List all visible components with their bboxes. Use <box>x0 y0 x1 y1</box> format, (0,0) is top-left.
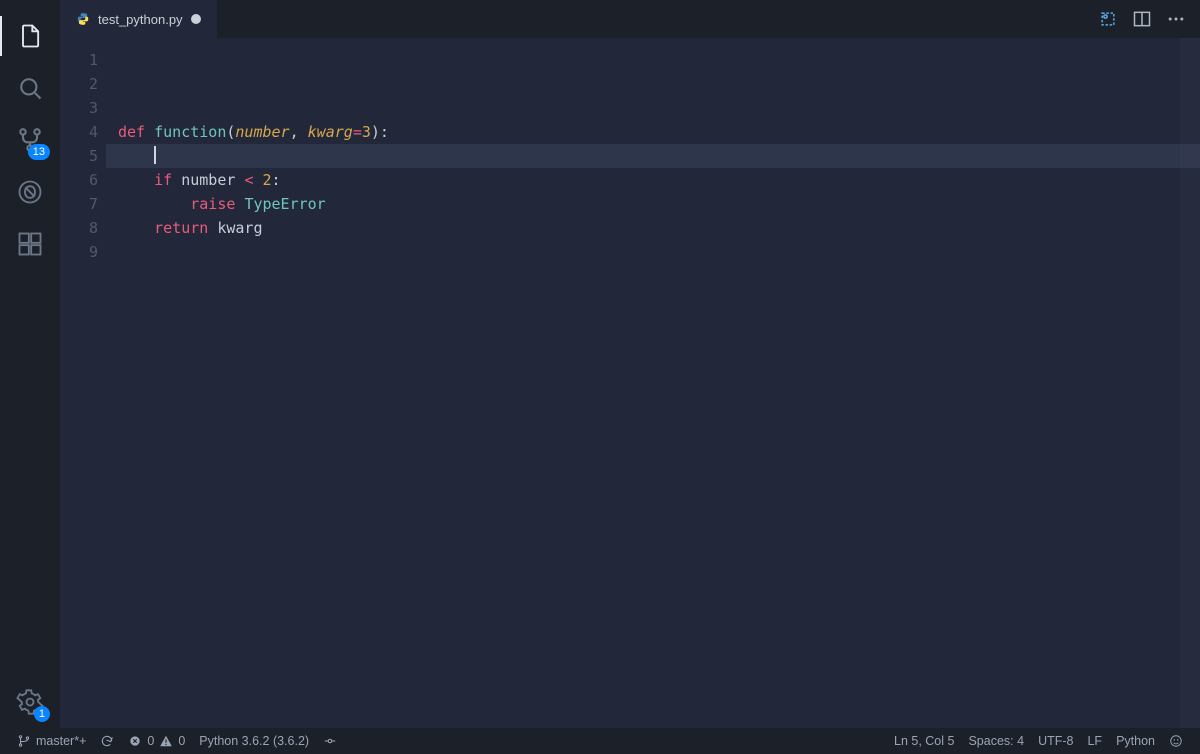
debug-disabled-icon[interactable] <box>0 166 60 218</box>
line-number: 8 <box>60 216 98 240</box>
python-icon <box>76 12 90 26</box>
line-number-gutter: 123456789 <box>60 38 106 728</box>
interpreter-label: Python 3.6.2 (3.6.2) <box>199 734 309 748</box>
code-line[interactable]: return kwarg <box>106 216 1200 240</box>
status-cursor[interactable]: Ln 5, Col 5 <box>887 728 961 754</box>
open-changes-icon[interactable] <box>1098 9 1118 29</box>
status-encoding[interactable]: UTF-8 <box>1031 728 1080 754</box>
status-sync[interactable] <box>93 728 121 754</box>
cursor-position: Ln 5, Col 5 <box>894 734 954 748</box>
encoding-label: UTF-8 <box>1038 734 1073 748</box>
tab-bar: test_python.py <box>60 0 1200 38</box>
code-line[interactable] <box>106 48 1200 72</box>
source-control-icon[interactable]: 13 <box>0 114 60 166</box>
indent-label: Spaces: 4 <box>968 734 1024 748</box>
code-line[interactable] <box>106 96 1200 120</box>
editor-actions <box>1098 0 1200 38</box>
status-bar: master*+ 0 0 Python 3.6.2 (3.6.2) Ln 5, … <box>0 728 1200 754</box>
branch-name: master*+ <box>36 734 86 748</box>
code-line[interactable] <box>106 144 1200 168</box>
warning-count: 0 <box>178 734 185 748</box>
line-number: 1 <box>60 48 98 72</box>
error-count: 0 <box>147 734 154 748</box>
line-number: 6 <box>60 168 98 192</box>
line-number: 2 <box>60 72 98 96</box>
main-area: 13 1 <box>0 0 1200 728</box>
code-line[interactable]: raise TypeError <box>106 192 1200 216</box>
smiley-icon <box>1169 734 1183 748</box>
warning-icon <box>159 734 173 748</box>
status-git-commit-icon[interactable] <box>316 728 344 754</box>
editor-tab[interactable]: test_python.py <box>60 0 217 38</box>
search-icon[interactable] <box>0 62 60 114</box>
extensions-icon[interactable] <box>0 218 60 270</box>
scm-badge: 13 <box>28 144 50 160</box>
tab-filename: test_python.py <box>98 12 183 27</box>
sync-icon <box>100 734 114 748</box>
explorer-icon[interactable] <box>0 10 60 62</box>
code-area[interactable]: def function(number, kwarg=3): if number… <box>106 38 1200 728</box>
editor-body[interactable]: 123456789 def function(number, kwarg=3):… <box>60 38 1200 728</box>
settings-gear-icon[interactable]: 1 <box>0 676 60 728</box>
text-caret <box>154 146 156 164</box>
code-line[interactable] <box>106 240 1200 264</box>
line-number: 5 <box>60 144 98 168</box>
line-number: 4 <box>60 120 98 144</box>
code-line[interactable] <box>106 72 1200 96</box>
code-line[interactable]: if number < 2: <box>106 168 1200 192</box>
more-actions-icon[interactable] <box>1166 9 1186 29</box>
error-icon <box>128 734 142 748</box>
status-language[interactable]: Python <box>1109 728 1162 754</box>
minimap[interactable] <box>1180 38 1200 728</box>
eol-label: LF <box>1087 734 1102 748</box>
language-label: Python <box>1116 734 1155 748</box>
editor-column: test_python.py <box>60 0 1200 728</box>
status-interpreter[interactable]: Python 3.6.2 (3.6.2) <box>192 728 316 754</box>
line-number: 3 <box>60 96 98 120</box>
settings-badge: 1 <box>34 706 50 722</box>
line-number: 9 <box>60 240 98 264</box>
activity-bar: 13 1 <box>0 0 60 728</box>
git-branch-icon <box>17 734 31 748</box>
status-problems[interactable]: 0 0 <box>121 728 192 754</box>
status-branch[interactable]: master*+ <box>10 728 93 754</box>
status-indent[interactable]: Spaces: 4 <box>961 728 1031 754</box>
dirty-indicator-icon <box>191 14 201 24</box>
line-number: 7 <box>60 192 98 216</box>
status-feedback-icon[interactable] <box>1162 728 1190 754</box>
code-line[interactable]: def function(number, kwarg=3): <box>106 120 1200 144</box>
split-editor-icon[interactable] <box>1132 9 1152 29</box>
status-eol[interactable]: LF <box>1080 728 1109 754</box>
